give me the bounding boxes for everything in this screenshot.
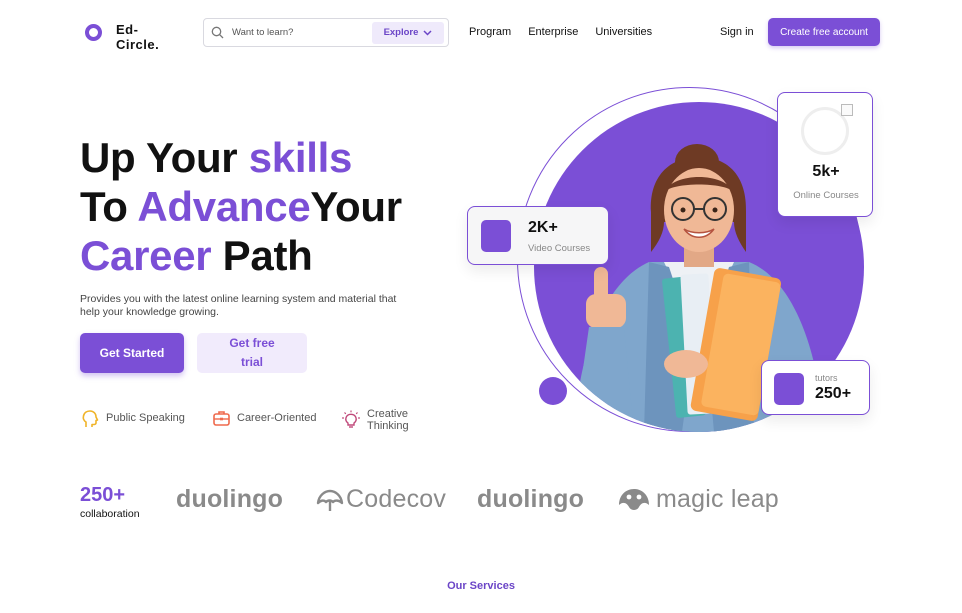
video-courses-card: 2K+ Video Courses <box>467 206 609 265</box>
logo[interactable]: Ed- Circle. <box>85 22 172 52</box>
logo-ring-icon <box>85 24 102 41</box>
partner-logo-duolingo: duolingo <box>176 485 284 513</box>
partner-logo-magic-leap: magic leap <box>656 485 779 513</box>
search-input[interactable] <box>230 27 366 38</box>
hero-title-text: Your <box>310 183 402 230</box>
magic-leap-icon <box>617 487 651 520</box>
hero-title-text: Up Your <box>80 134 249 181</box>
hero-title-accent: Advance <box>137 183 311 230</box>
hero-title-text: To <box>80 183 138 230</box>
codecov-umbrella-icon <box>316 489 344 518</box>
feature-label: Public Speaking <box>106 412 185 424</box>
video-courses-label: Video Courses <box>528 243 591 254</box>
partner-logo-codecov: Codecov <box>346 485 447 513</box>
decorative-dot <box>539 377 567 405</box>
video-courses-icon <box>481 220 511 252</box>
chevron-down-icon <box>423 29 432 36</box>
nav-link-universities[interactable]: Universities <box>595 26 652 38</box>
online-courses-card: 5k+ Online Courses <box>777 92 873 217</box>
video-courses-count: 2K+ <box>528 219 558 236</box>
tutors-label: tutors <box>815 373 838 383</box>
feature-creative-thinking: Creative Thinking <box>341 408 409 432</box>
services-heading: Our Services <box>447 580 515 592</box>
speaking-head-icon <box>80 408 100 428</box>
get-started-button[interactable]: Get Started <box>80 333 184 373</box>
hero-subtitle: Provides you with the latest online lear… <box>80 293 397 318</box>
explore-dropdown[interactable]: Explore <box>372 21 444 44</box>
tutors-count: 250+ <box>815 385 852 402</box>
briefcase-icon <box>211 408 231 428</box>
main-nav: Program Enterprise Universities <box>469 26 652 38</box>
hero-title: Up Your skills To AdvanceYour Career Pat… <box>80 133 402 280</box>
hero-title-accent: Career <box>80 232 212 279</box>
broken-image-icon <box>841 104 853 116</box>
feature-career-oriented: Career-Oriented <box>211 408 316 428</box>
feature-public-speaking: Public Speaking <box>80 408 185 428</box>
hero-title-accent: skills <box>248 134 353 181</box>
collaboration-count: 250+ <box>80 484 126 506</box>
online-courses-count: 5k+ <box>812 163 840 180</box>
collaboration-label: collaboration <box>80 508 140 520</box>
nav-link-enterprise[interactable]: Enterprise <box>528 26 578 38</box>
sign-in-link[interactable]: Sign in <box>720 26 754 38</box>
lightbulb-icon <box>341 410 361 430</box>
hero-title-text: Path <box>211 232 313 279</box>
tutors-card: tutors 250+ <box>761 360 870 415</box>
online-courses-label: Online Courses <box>793 190 859 201</box>
nav-link-program[interactable]: Program <box>469 26 511 38</box>
create-account-button[interactable]: Create free account <box>768 18 880 46</box>
feature-label: Career-Oriented <box>237 412 317 424</box>
explore-label: Explore <box>383 27 419 38</box>
partner-logo-duolingo: duolingo <box>477 485 585 513</box>
tutors-icon <box>774 373 804 405</box>
search-bar: Explore <box>203 18 449 47</box>
logo-text: Ed- Circle. <box>116 22 160 52</box>
search-icon <box>204 19 230 46</box>
free-trial-button[interactable]: Get free trial <box>197 333 307 373</box>
feature-label: Creative Thinking <box>367 408 409 432</box>
